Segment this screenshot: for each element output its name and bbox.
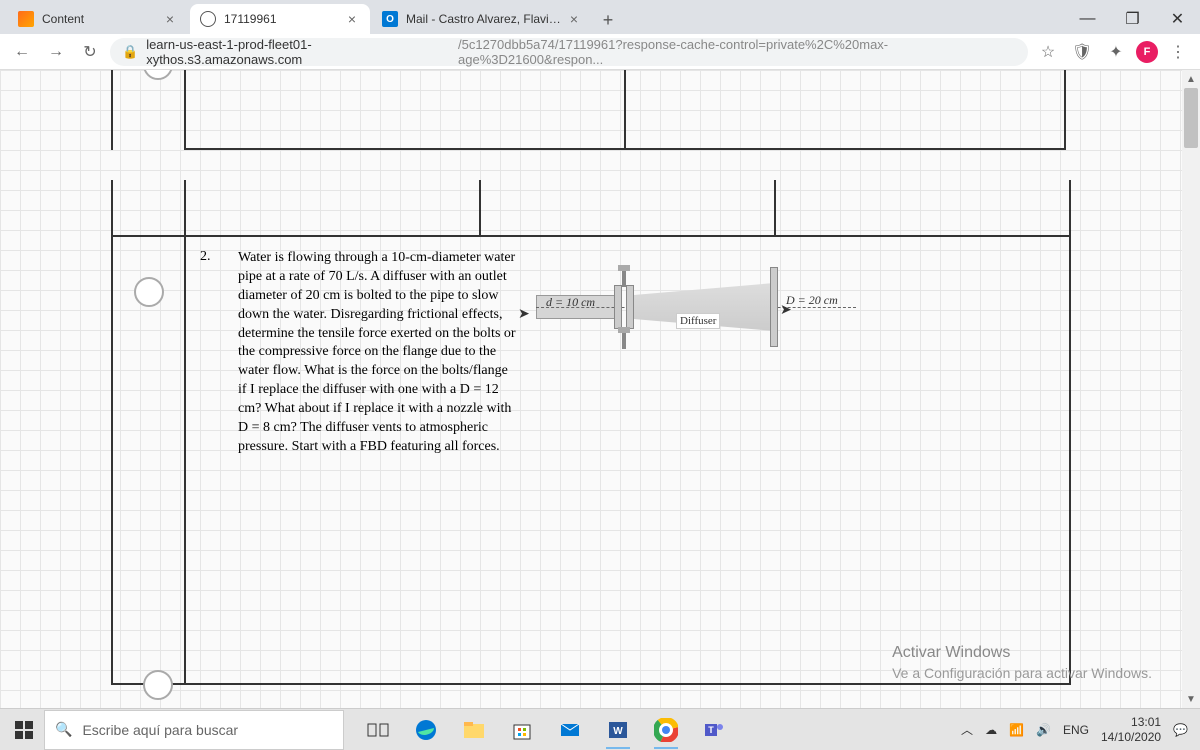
file-explorer-icon[interactable] [452,710,496,750]
edge-icon[interactable] [404,710,448,750]
bolt-bottom-icon [616,327,632,349]
upper-table-row [111,70,1071,150]
bolt-top-icon [616,265,632,287]
tray-volume-icon[interactable]: 🔊 [1036,723,1051,737]
system-tray: ︿ ☁ 📶 🔊 ENG 13:01 14/10/2020 💬 [961,715,1196,744]
scroll-up-icon[interactable]: ▲ [1182,70,1200,88]
close-icon[interactable]: × [566,11,582,27]
scroll-down-icon[interactable]: ▼ [1182,690,1200,708]
minimize-button[interactable]: — [1065,4,1110,34]
teams-icon[interactable]: T [692,710,736,750]
maximize-button[interactable]: ❐ [1110,4,1155,34]
tab-label: 17119961 [224,12,344,26]
url-input[interactable]: 🔒 learn-us-east-1-prod-fleet01-xythos.s3… [110,38,1028,66]
vertical-scrollbar[interactable]: ▲ ▼ [1182,70,1200,708]
extensions-icon[interactable]: ✦ [1102,38,1130,66]
browser-titlebar: Content × 17119961 × O Mail - Castro Alv… [0,0,1200,34]
svg-text:W: W [613,726,623,737]
search-placeholder: Escribe aquí para buscar [82,722,238,738]
bookmark-star-icon[interactable]: ☆ [1034,38,1062,66]
tray-date: 14/10/2020 [1101,730,1161,744]
tab-17119961[interactable]: 17119961 × [190,4,370,34]
tray-wifi-icon[interactable]: 📶 [1009,723,1024,737]
tab-label: Mail - Castro Alvarez, Flavio - Ou [406,12,566,26]
close-icon[interactable]: × [344,11,360,27]
flange-left [614,285,622,329]
tab-mail[interactable]: O Mail - Castro Alvarez, Flavio - Ou × [372,4,592,34]
watermark-title: Activar Windows [892,643,1152,664]
search-icon: 🔍 [55,721,72,738]
tray-chevron-up-icon[interactable]: ︿ [961,721,973,738]
word-icon[interactable]: W [596,710,640,750]
diffuser-label: Diffuser [676,313,720,329]
inlet-diameter-label: d = 10 cm [546,295,595,310]
outlet-diameter-label: D = 20 cm [786,293,838,308]
content-icon [18,11,34,27]
tray-time: 13:01 [1101,715,1161,729]
task-view-icon[interactable] [356,710,400,750]
page-viewport[interactable]: 2. Water is flowing through a 10-cm-diam… [0,70,1182,708]
profile-avatar[interactable]: F [1136,41,1158,63]
taskbar-apps: W T [356,710,736,750]
new-tab-button[interactable]: + [594,6,622,34]
shield-icon[interactable]: 🛡 [1068,38,1096,66]
tab-content[interactable]: Content × [8,4,188,34]
chrome-icon[interactable] [644,710,688,750]
outlet-flange [770,267,778,347]
windows-activation-watermark: Activar Windows Ve a Configuración para … [892,643,1152,682]
globe-icon [200,11,216,27]
header-row [111,180,1071,235]
windows-taskbar: 🔍 Escribe aquí para buscar W T ︿ ☁ 📶 🔊 E… [0,708,1200,750]
problem-number: 2. [200,249,218,457]
reload-button[interactable]: ↻ [76,38,104,66]
url-path: /5c1270dbb5a74/17119961?response-cache-c… [458,37,1016,67]
windows-logo-icon [15,721,33,739]
window-controls: — ❐ ✕ [1065,4,1200,34]
window-close-button[interactable]: ✕ [1155,4,1200,34]
start-button[interactable] [4,710,44,750]
tray-lang[interactable]: ENG [1063,723,1089,737]
mail-app-icon[interactable] [548,710,592,750]
taskbar-search-input[interactable]: 🔍 Escribe aquí para buscar [44,710,344,750]
lock-icon: 🔒 [122,44,138,60]
scroll-thumb[interactable] [1184,88,1198,148]
address-bar: ← → ↻ 🔒 learn-us-east-1-prod-fleet01-xyt… [0,34,1200,70]
tray-clock[interactable]: 13:01 14/10/2020 [1101,715,1161,744]
tray-onedrive-icon[interactable]: ☁ [985,723,997,737]
diffuser-diagram: ➤ d = 10 cm Diffuser D = 20 cm ➤ [536,257,856,377]
ms-store-icon[interactable] [500,710,544,750]
tray-notifications-icon[interactable]: 💬 [1173,723,1188,737]
tab-label: Content [42,12,162,26]
menu-icon[interactable]: ⋮ [1164,38,1192,66]
close-icon[interactable]: × [162,11,178,27]
flow-in-arrow-icon: ➤ [518,305,530,322]
url-domain: learn-us-east-1-prod-fleet01-xythos.s3.a… [146,37,458,67]
watermark-sub: Ve a Configuración para activar Windows. [892,664,1152,682]
radio-circle [134,277,164,307]
problem-row: 2. Water is flowing through a 10-cm-diam… [111,235,1071,685]
outlook-icon: O [382,11,398,27]
forward-button[interactable]: → [42,38,70,66]
back-button[interactable]: ← [8,38,36,66]
radio-circle [143,670,173,700]
problem-text: Water is flowing through a 10-cm-diamete… [238,249,518,457]
svg-text:T: T [708,725,714,735]
flow-out-arrow-icon: ➤ [780,301,792,318]
flange-right [626,285,634,329]
